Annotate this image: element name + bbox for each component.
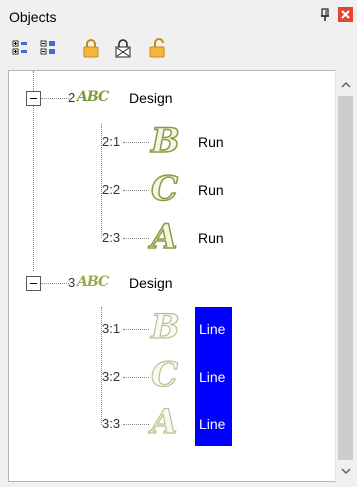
pin-icon[interactable] <box>318 8 332 22</box>
item-label-selected[interactable]: Line <box>199 416 225 432</box>
design-thumbnail: ABC <box>77 274 109 290</box>
item-number: 3:1 <box>102 321 121 336</box>
item-label[interactable]: Run <box>198 134 224 150</box>
item-label-selected[interactable]: Line <box>199 369 225 385</box>
chevron-down-icon <box>341 468 351 475</box>
item-number: 2:1 <box>102 134 121 149</box>
tree-connector <box>41 98 69 99</box>
close-button[interactable] <box>338 7 353 22</box>
item-number: 3:2 <box>102 369 121 384</box>
group-number: 3 <box>68 275 76 290</box>
item-label-selected[interactable]: Line <box>199 321 225 337</box>
scroll-up-button[interactable] <box>339 78 353 92</box>
collapse-all-icon <box>40 40 55 55</box>
item-number: 2:2 <box>102 182 121 197</box>
unlock-icon <box>149 38 165 58</box>
lock-icon <box>83 39 99 58</box>
objects-panel: Objects 2 ABC Design 2:1 B Run 2:2 C Run… <box>0 0 357 487</box>
tree-connector <box>123 142 149 143</box>
object-tree: 2 ABC Design 2:1 B Run 2:2 C Run 2:3 A R… <box>8 70 335 482</box>
letter-a-thumbnail: A <box>150 217 178 257</box>
objects-toolbar <box>0 32 357 68</box>
design-thumbnail: ABC <box>77 89 109 105</box>
chevron-up-icon <box>341 81 351 88</box>
collapse-toggle-group-2[interactable] <box>26 91 41 106</box>
collapse-toggle-group-3[interactable] <box>26 276 41 291</box>
unlock-button[interactable] <box>146 37 168 59</box>
expand-all-button[interactable] <box>10 37 32 59</box>
letter-c-thumbnail: C <box>150 355 179 395</box>
group-number: 2 <box>68 90 76 105</box>
letter-b-thumbnail: B <box>150 307 180 347</box>
item-number: 3:3 <box>102 416 121 431</box>
letter-b-thumbnail: B <box>150 121 180 161</box>
panel-title: Objects <box>9 9 57 25</box>
tree-connector <box>123 238 149 239</box>
group-label[interactable]: Design <box>129 275 173 291</box>
item-number: 2:3 <box>102 230 121 245</box>
vertical-scrollbar[interactable] <box>335 70 355 482</box>
letter-a-thumbnail: A <box>150 402 178 442</box>
scrollbar-thumb[interactable] <box>338 96 353 460</box>
scroll-down-button[interactable] <box>339 464 353 478</box>
group-label[interactable]: Design <box>129 90 173 106</box>
panel-title-bar: Objects <box>0 0 357 30</box>
expand-all-icon <box>12 40 27 55</box>
tree-connector <box>123 190 149 191</box>
lock-x-icon <box>115 39 131 58</box>
close-icon <box>341 10 350 19</box>
item-label[interactable]: Run <box>198 182 224 198</box>
letter-c-thumbnail: C <box>150 169 179 209</box>
lock-remove-button[interactable] <box>112 37 134 59</box>
item-label[interactable]: Run <box>198 230 224 246</box>
tree-connector <box>123 377 149 378</box>
tree-connector <box>123 424 149 425</box>
tree-connector <box>123 329 149 330</box>
tree-connector <box>41 283 69 284</box>
lock-button[interactable] <box>80 37 102 59</box>
collapse-all-button[interactable] <box>38 37 60 59</box>
